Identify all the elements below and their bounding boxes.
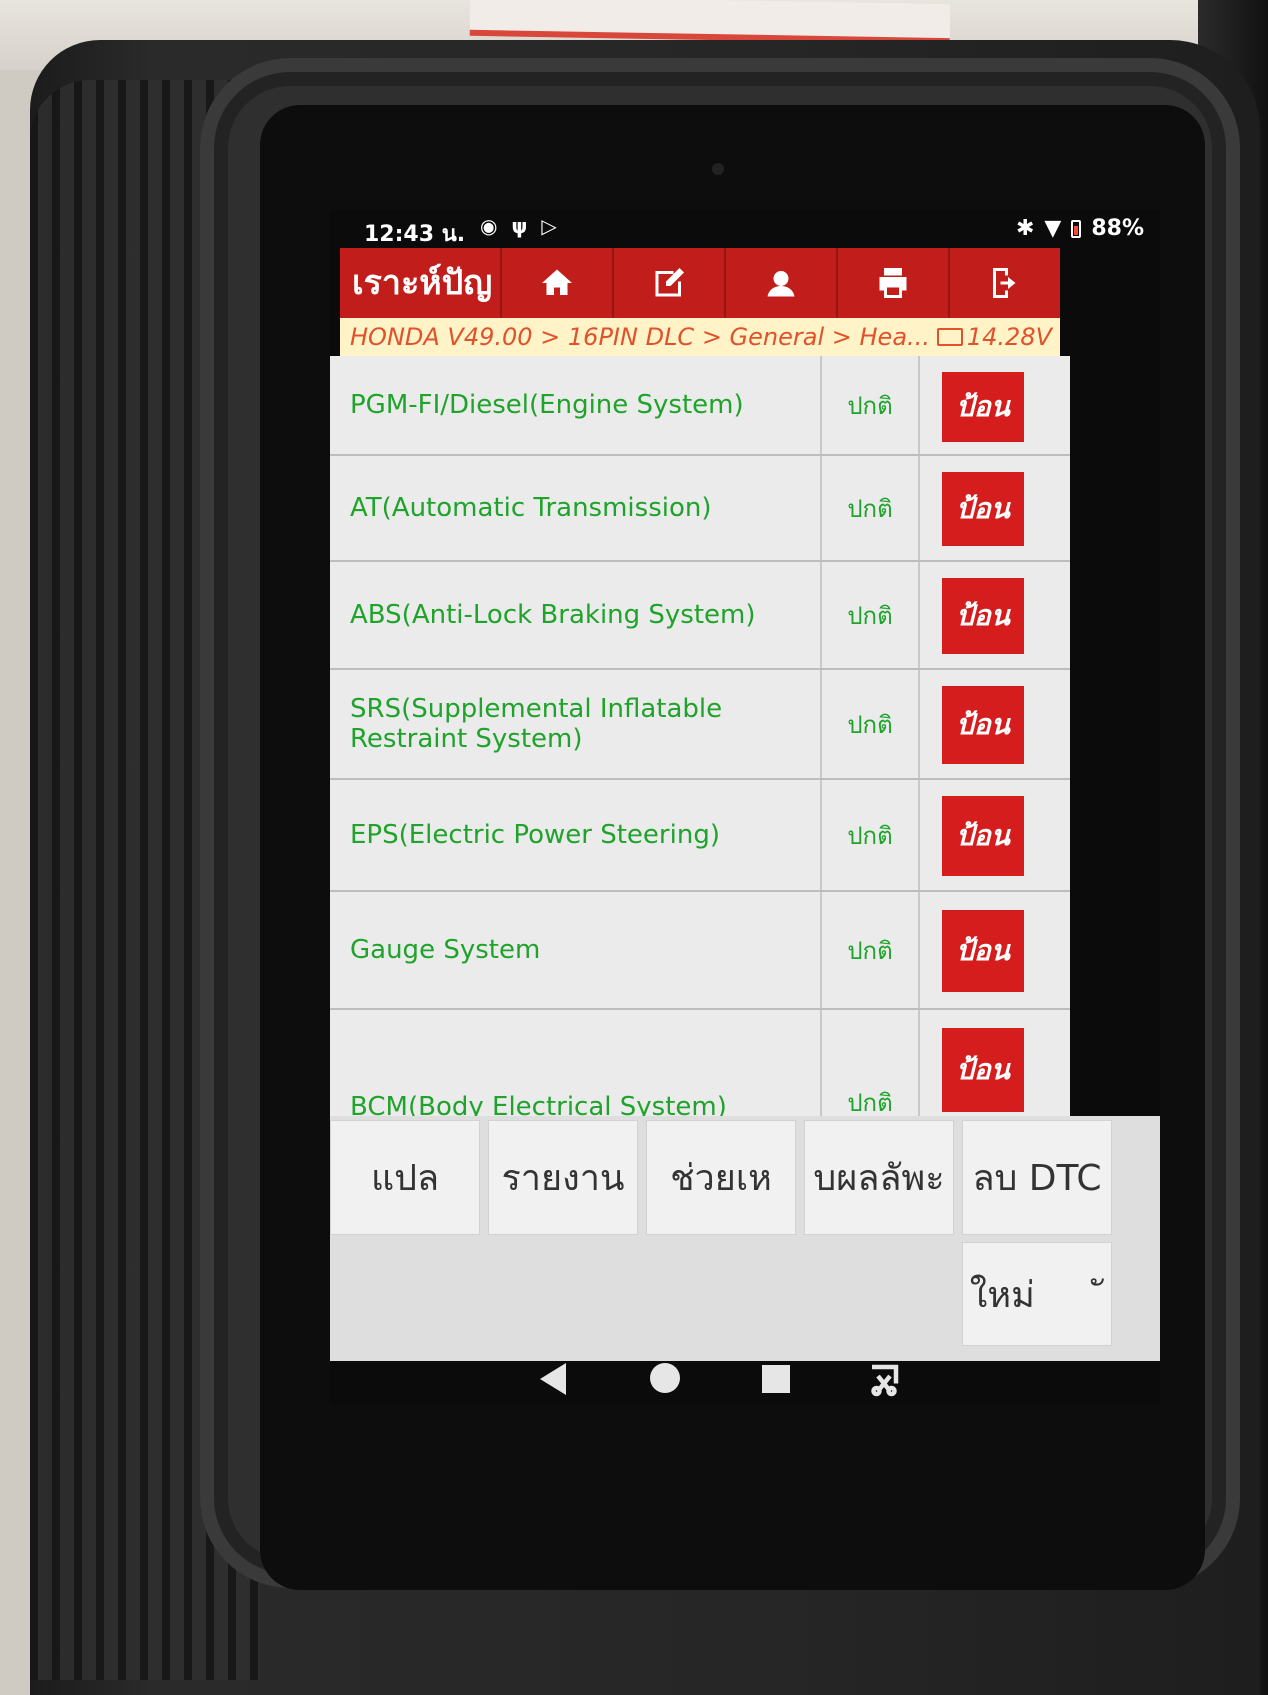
user-icon	[767, 271, 795, 297]
home-circle-icon[interactable]	[650, 1363, 680, 1393]
enter-button[interactable]: ป้อน	[942, 796, 1024, 876]
system-name: PGM-FI/Diesel(Engine System)	[350, 390, 744, 420]
record-icon: ◉	[480, 214, 498, 238]
translate-button[interactable]: แปล	[330, 1120, 480, 1235]
system-list: PGM-FI/Diesel(Engine System) ปกติ ป้อน A…	[330, 356, 1070, 1116]
system-row: BCM(Body Electrical System) ปกติ ป้อน	[330, 1010, 1070, 1116]
print-icon	[879, 268, 907, 298]
system-status: ปกติ	[820, 562, 920, 668]
print-button[interactable]	[836, 248, 948, 318]
enter-button[interactable]: ป้อน	[942, 910, 1024, 992]
battery-percent: 88%	[1091, 216, 1144, 241]
system-row: AT(Automatic Transmission) ปกติ ป้อน	[330, 456, 1070, 562]
breadcrumb-path: HONDA V49.00 > 16PIN DLC > General > Hea…	[350, 323, 930, 351]
system-name: AT(Automatic Transmission)	[350, 493, 712, 523]
user-button[interactable]	[724, 248, 836, 318]
wifi-icon: ▼	[1044, 216, 1062, 241]
clear-dtc-button[interactable]: ลบ DTC	[962, 1120, 1112, 1235]
breadcrumb: HONDA V49.00 > 16PIN DLC > General > Hea…	[340, 318, 1060, 356]
enter-button[interactable]: ป้อน	[942, 686, 1024, 764]
battery-icon	[1071, 219, 1082, 238]
system-status: ปกติ	[820, 670, 920, 778]
status-icons-right: ✱ ▼ 88%	[1016, 216, 1144, 241]
system-status: ปกติ	[820, 356, 920, 454]
system-name: BCM(Body Electrical System)	[350, 1092, 727, 1116]
recent-apps-icon[interactable]	[762, 1365, 790, 1393]
edit-button[interactable]	[612, 248, 724, 318]
screenshot-icon[interactable]	[866, 1361, 902, 1397]
app-toolbar: เราะห์ปัญ	[340, 248, 1060, 318]
system-status: ปกติ	[820, 456, 920, 560]
battery-voltage-icon	[936, 328, 963, 346]
system-row: Gauge System ปกติ ป้อน	[330, 892, 1070, 1010]
toolbar-title: เราะห์ปัญ	[352, 263, 493, 303]
voltage-value: 14.28V	[966, 323, 1052, 351]
tablet-display: 12:43 น. ◉ ψ ▷ ✱ ▼ 88% เราะห์ปัญ HONDA V…	[330, 210, 1160, 1405]
action-panel: แปล รายงาน ช่วยเห บผลลัพะ ลบ DTC ใหม่ ั	[330, 1116, 1160, 1361]
system-name: SRS(Supplemental Inflatable Restraint Sy…	[350, 694, 723, 754]
voltage-readout: 14.28V	[936, 323, 1060, 351]
system-name: ABS(Anti-Lock Braking System)	[350, 600, 756, 630]
status-time: 12:43 น.	[364, 222, 466, 247]
back-icon[interactable]	[540, 1363, 566, 1395]
new-button[interactable]: ใหม่ ั	[962, 1242, 1112, 1346]
system-status: ปกติ	[820, 780, 920, 890]
system-row: EPS(Electric Power Steering) ปกติ ป้อน	[330, 780, 1070, 892]
system-row: PGM-FI/Diesel(Engine System) ปกติ ป้อน	[330, 356, 1070, 456]
edit-icon	[655, 268, 684, 297]
report-button[interactable]: รายงาน	[488, 1120, 638, 1235]
status-bar: 12:43 น. ◉ ψ ▷ ✱ ▼ 88%	[330, 210, 1160, 247]
enter-button[interactable]: ป้อน	[942, 578, 1024, 654]
system-name: EPS(Electric Power Steering)	[350, 820, 720, 850]
system-row: ABS(Anti-Lock Braking System) ปกติ ป้อน	[330, 562, 1070, 670]
help-button[interactable]: ช่วยเห	[646, 1120, 796, 1235]
system-status: ปกติ	[820, 1010, 920, 1116]
system-row: SRS(Supplemental Inflatable Restraint Sy…	[330, 670, 1070, 780]
home-icon	[542, 269, 572, 295]
android-nav-bar	[330, 1361, 1160, 1405]
system-status: ปกติ	[820, 892, 920, 1008]
home-button[interactable]	[500, 248, 612, 318]
enter-button[interactable]: ป้อน	[942, 472, 1024, 546]
status-icons-left: ◉ ψ ▷	[480, 214, 557, 238]
usb-icon: ψ	[511, 214, 528, 238]
enter-button[interactable]: ป้อน	[942, 372, 1024, 442]
results-button[interactable]: บผลลัพะ	[804, 1120, 954, 1235]
bluetooth-icon: ✱	[1015, 216, 1035, 241]
enter-button[interactable]: ป้อน	[942, 1028, 1024, 1112]
exit-button[interactable]	[948, 248, 1060, 318]
exit-icon	[993, 268, 1016, 298]
system-name: Gauge System	[350, 935, 541, 965]
front-camera	[712, 163, 724, 175]
play-store-icon: ▷	[541, 214, 557, 238]
